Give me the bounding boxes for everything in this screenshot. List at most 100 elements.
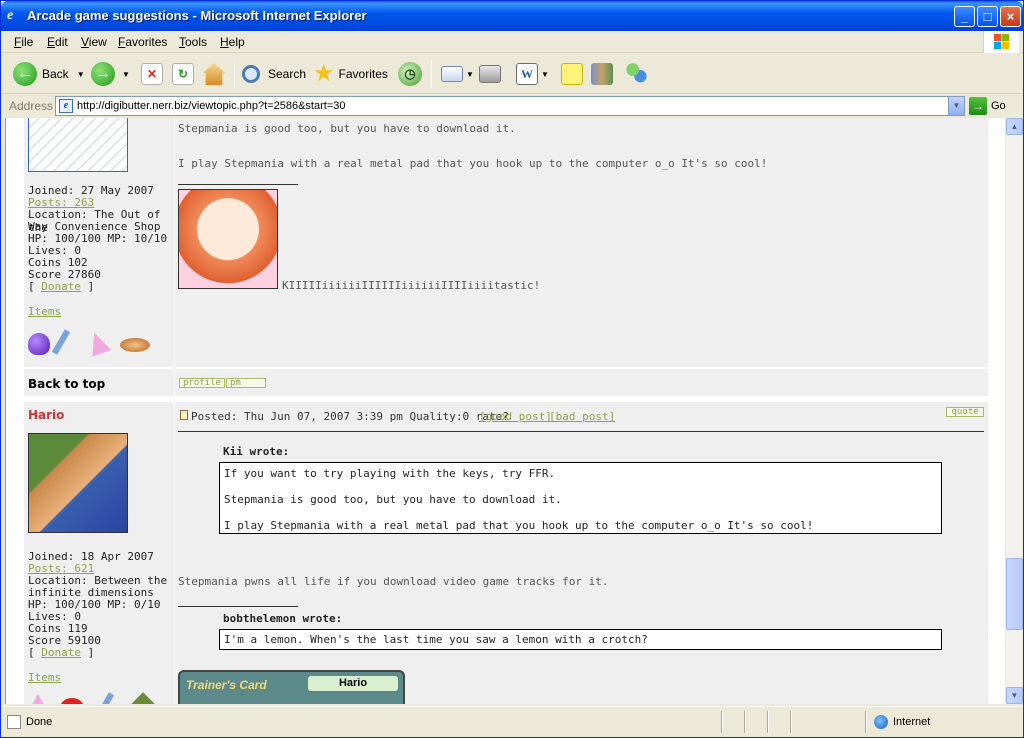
mail-dropdown-icon[interactable]: ▼ — [466, 70, 474, 79]
refresh-icon: ↻ — [172, 63, 194, 85]
discuss-button[interactable] — [561, 59, 583, 89]
trainer-card: Trainer's Card Hario — [178, 670, 405, 704]
star-icon: ★ — [313, 60, 335, 87]
research-icon — [591, 63, 613, 85]
forward-button[interactable]: → ▼ — [91, 59, 130, 89]
edit-dropdown-icon[interactable]: ▼ — [541, 70, 549, 79]
address-dropdown-icon[interactable]: ▼ — [948, 97, 964, 115]
go-label: Go — [991, 100, 1006, 112]
close-button[interactable]: × — [1000, 6, 1021, 27]
minimize-button[interactable]: _ — [954, 6, 975, 27]
stop-button[interactable]: ✕ — [141, 59, 163, 89]
vertical-scrollbar[interactable]: ▲ ▼ — [1005, 118, 1023, 704]
sword-item-icon — [130, 692, 156, 704]
pm-button[interactable]: pm — [226, 378, 266, 388]
address-bar: Address e http://digibutter.nerr.biz/vie… — [1, 95, 1023, 117]
signature-divider-2 — [178, 606, 298, 607]
menu-file[interactable]: File — [14, 35, 33, 49]
hario-username[interactable]: Hario — [28, 408, 64, 422]
toolbar: ← Back ▼ → ▼ ✕ ↻ Search ★ Favorites ◷ ▼ … — [1, 54, 1023, 94]
window-title: Arcade game suggestions - Microsoft Inte… — [27, 8, 367, 23]
printer-icon — [479, 65, 501, 83]
refresh-button[interactable]: ↻ — [172, 59, 194, 89]
history-icon: ◷ — [398, 62, 422, 86]
kii-donate-wrap: [ Donate ] — [28, 280, 95, 293]
kii-signature-image — [178, 189, 278, 289]
favorites-label: Favorites — [338, 67, 388, 81]
quote1-author: Kii wrote: — [223, 445, 290, 458]
menu-help[interactable]: Help — [220, 35, 245, 49]
quote1-line1: If you want to try playing with the keys… — [224, 467, 556, 480]
quote2-line1: I'm a lemon. When's the last time you sa… — [224, 633, 648, 646]
title-bar: e Arcade game suggestions - Microsoft In… — [1, 1, 1023, 31]
quote1-line3: I play Stepmania with a real metal pad t… — [224, 519, 814, 532]
hario-donate-link[interactable]: Donate — [41, 646, 81, 659]
kii-donate-link[interactable]: Donate — [41, 280, 81, 293]
post-kii: Joined: 27 May 2007 Posts: 263 Location:… — [24, 118, 988, 367]
browser-window: e Arcade game suggestions - Microsoft In… — [0, 0, 1024, 738]
home-button[interactable] — [203, 59, 225, 89]
kii-post-line1: Stepmania is good too, but you have to d… — [178, 122, 516, 135]
mail-button[interactable]: ▼ — [441, 59, 474, 89]
kii-signature-text: KIIIIIiiiiiiIIIIIIiiiiiiIIIIiiiitastic! — [282, 279, 541, 292]
quote1-line2: Stepmania is good too, but you have to d… — [224, 493, 562, 506]
forward-dropdown-icon[interactable]: ▼ — [122, 70, 130, 79]
hario-items-link[interactable]: Items — [28, 671, 61, 684]
scroll-up-icon[interactable]: ▲ — [1006, 118, 1023, 135]
kii-items-link[interactable]: Items — [28, 305, 61, 318]
internet-zone-icon — [874, 715, 888, 729]
menu-tools[interactable]: Tools — [179, 35, 207, 49]
party-hat-item-icon — [84, 329, 112, 357]
scroll-thumb[interactable] — [1006, 558, 1023, 630]
back-button[interactable]: ← Back ▼ — [13, 59, 85, 89]
messenger-button[interactable] — [625, 59, 647, 89]
search-button[interactable]: Search — [242, 59, 306, 89]
post-page-icon — [180, 410, 188, 420]
post-header-divider — [178, 431, 984, 432]
research-button[interactable] — [591, 59, 613, 89]
back-dropdown-icon[interactable]: ▼ — [77, 70, 85, 79]
trainer-card-name: Hario — [308, 676, 398, 691]
menu-edit[interactable]: Edit — [47, 35, 68, 49]
favorites-button[interactable]: ★ Favorites — [313, 59, 388, 89]
ie-page-icon: e — [59, 99, 73, 113]
menu-bar: File Edit View Favorites Tools Help — [1, 31, 1023, 53]
note-icon — [561, 63, 583, 85]
good-post-link[interactable]: [good post] — [479, 410, 552, 423]
menu-favorites[interactable]: Favorites — [118, 35, 167, 49]
go-button[interactable]: → Go — [969, 97, 1006, 115]
bad-post-link[interactable]: [bad post] — [549, 410, 615, 423]
quote-button[interactable]: quote — [946, 407, 984, 417]
ie-logo-icon: e — [7, 8, 14, 23]
page-content: Joined: 27 May 2007 Posts: 263 Location:… — [5, 118, 1005, 704]
search-label: Search — [268, 67, 307, 81]
messenger-icon — [625, 63, 647, 85]
menu-view[interactable]: View — [81, 35, 107, 49]
edit-button[interactable]: W ▼ — [516, 59, 549, 89]
quote1-box: If you want to try playing with the keys… — [219, 462, 942, 534]
print-button[interactable] — [479, 59, 501, 89]
mushroom-item-icon — [60, 698, 84, 704]
party-hat-item-icon — [28, 694, 48, 704]
history-button[interactable]: ◷ — [398, 59, 427, 89]
maximize-button[interactable]: □ — [977, 6, 998, 27]
kii-post-line2: I play Stepmania with a real metal pad t… — [178, 157, 768, 170]
pie-item-icon — [120, 338, 150, 352]
search-icon — [242, 65, 260, 83]
signature-divider — [178, 184, 298, 185]
address-input[interactable]: e http://digibutter.nerr.biz/viewtopic.p… — [55, 96, 965, 116]
back-to-top-row: Back to top profile pm — [24, 369, 988, 396]
back-to-top-link[interactable]: Back to top — [28, 377, 105, 391]
windows-flag-icon — [994, 34, 1010, 50]
address-url[interactable]: http://digibutter.nerr.biz/viewtopic.php… — [77, 100, 345, 112]
mail-icon — [441, 66, 463, 82]
hario-avatar — [28, 433, 128, 533]
profile-button[interactable]: profile — [179, 378, 225, 388]
shovel-item-icon — [51, 329, 71, 355]
page-done-icon — [7, 715, 21, 729]
hario-post-body: Stepmania pwns all life if you download … — [178, 575, 609, 588]
shovel-item-icon — [95, 692, 115, 704]
scroll-down-icon[interactable]: ▼ — [1006, 687, 1023, 704]
kii-avatar — [28, 118, 128, 172]
quote2-author: bobthelemon wrote: — [223, 612, 343, 625]
